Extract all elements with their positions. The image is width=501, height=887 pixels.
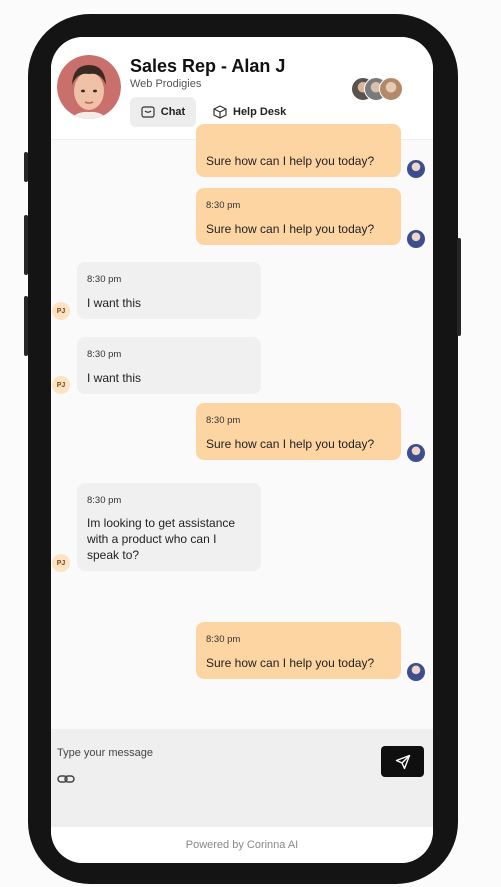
mute-switch [24, 152, 28, 182]
volume-down-button [24, 296, 28, 356]
message-text: Sure how can I help you today? [206, 222, 375, 236]
message-text-line: Im looking to get assistance [87, 516, 236, 530]
user-avatar [407, 663, 425, 681]
power-button [457, 238, 461, 336]
agent-avatar [57, 55, 121, 119]
message-composer: Type your message [51, 729, 433, 827]
message-text: Sure how can I help you today? [206, 656, 375, 670]
customer-avatar: PJ [52, 302, 70, 320]
message-time: 8:30 pm [87, 495, 122, 506]
message-bubble-incoming: 8:30 pm I want this [77, 337, 261, 394]
tab-help-desk[interactable]: Help Desk [209, 97, 303, 127]
chat-icon [141, 106, 155, 118]
send-icon [395, 754, 410, 769]
app-screen: Sales Rep - Alan J Web Prodigies Chat He… [51, 37, 433, 863]
message-time: 8:30 pm [87, 274, 122, 285]
powered-by-footer: Powered by Corinna AI [51, 827, 433, 863]
tab-chat-label: Chat [160, 106, 186, 118]
message-input[interactable]: Type your message [57, 747, 153, 759]
message-bubble-outgoing: 8:30 pm Sure how can I help you today? [196, 188, 401, 245]
send-button[interactable] [381, 746, 424, 777]
user-avatar [407, 230, 425, 248]
user-avatar [407, 160, 425, 178]
participant-avatars [351, 77, 407, 101]
message-time: 8:30 pm [87, 349, 122, 360]
chat-title: Sales Rep - Alan J [130, 56, 286, 76]
message-bubble-incoming: 8:30 pm Im looking to get assistance wit… [77, 483, 261, 571]
volume-up-button [24, 215, 28, 275]
customer-avatar: PJ [52, 376, 70, 394]
company-name: Web Prodigies [130, 78, 202, 90]
message-text: Sure how can I help you today? [206, 154, 375, 168]
tab-help-desk-label: Help Desk [233, 106, 287, 118]
box-icon [213, 105, 227, 119]
message-text: I want this [87, 296, 142, 310]
customer-avatar: PJ [52, 554, 70, 572]
message-time: 8:30 pm [206, 200, 241, 211]
message-list: Sure how can I help you today? 8:30 pm S… [51, 124, 433, 729]
message-text: I want this [87, 371, 142, 385]
message-bubble-outgoing: 8:30 pm Sure how can I help you today? [196, 403, 401, 460]
message-bubble-outgoing: 8:30 pm Sure how can I help you today? [196, 622, 401, 679]
message-bubble-outgoing: Sure how can I help you today? [196, 124, 401, 177]
message-text: Sure how can I help you today? [206, 437, 375, 451]
message-bubble-incoming: 8:30 pm I want this [77, 262, 261, 319]
message-text-line: with a product who can I [87, 532, 217, 546]
message-text-line: speak to? [87, 548, 140, 562]
message-time: 8:30 pm [206, 634, 241, 645]
participant-avatar [379, 77, 403, 101]
user-avatar [407, 444, 425, 462]
message-time: 8:30 pm [206, 415, 241, 426]
tab-chat[interactable]: Chat [130, 97, 196, 127]
attach-link-icon[interactable] [57, 772, 75, 786]
